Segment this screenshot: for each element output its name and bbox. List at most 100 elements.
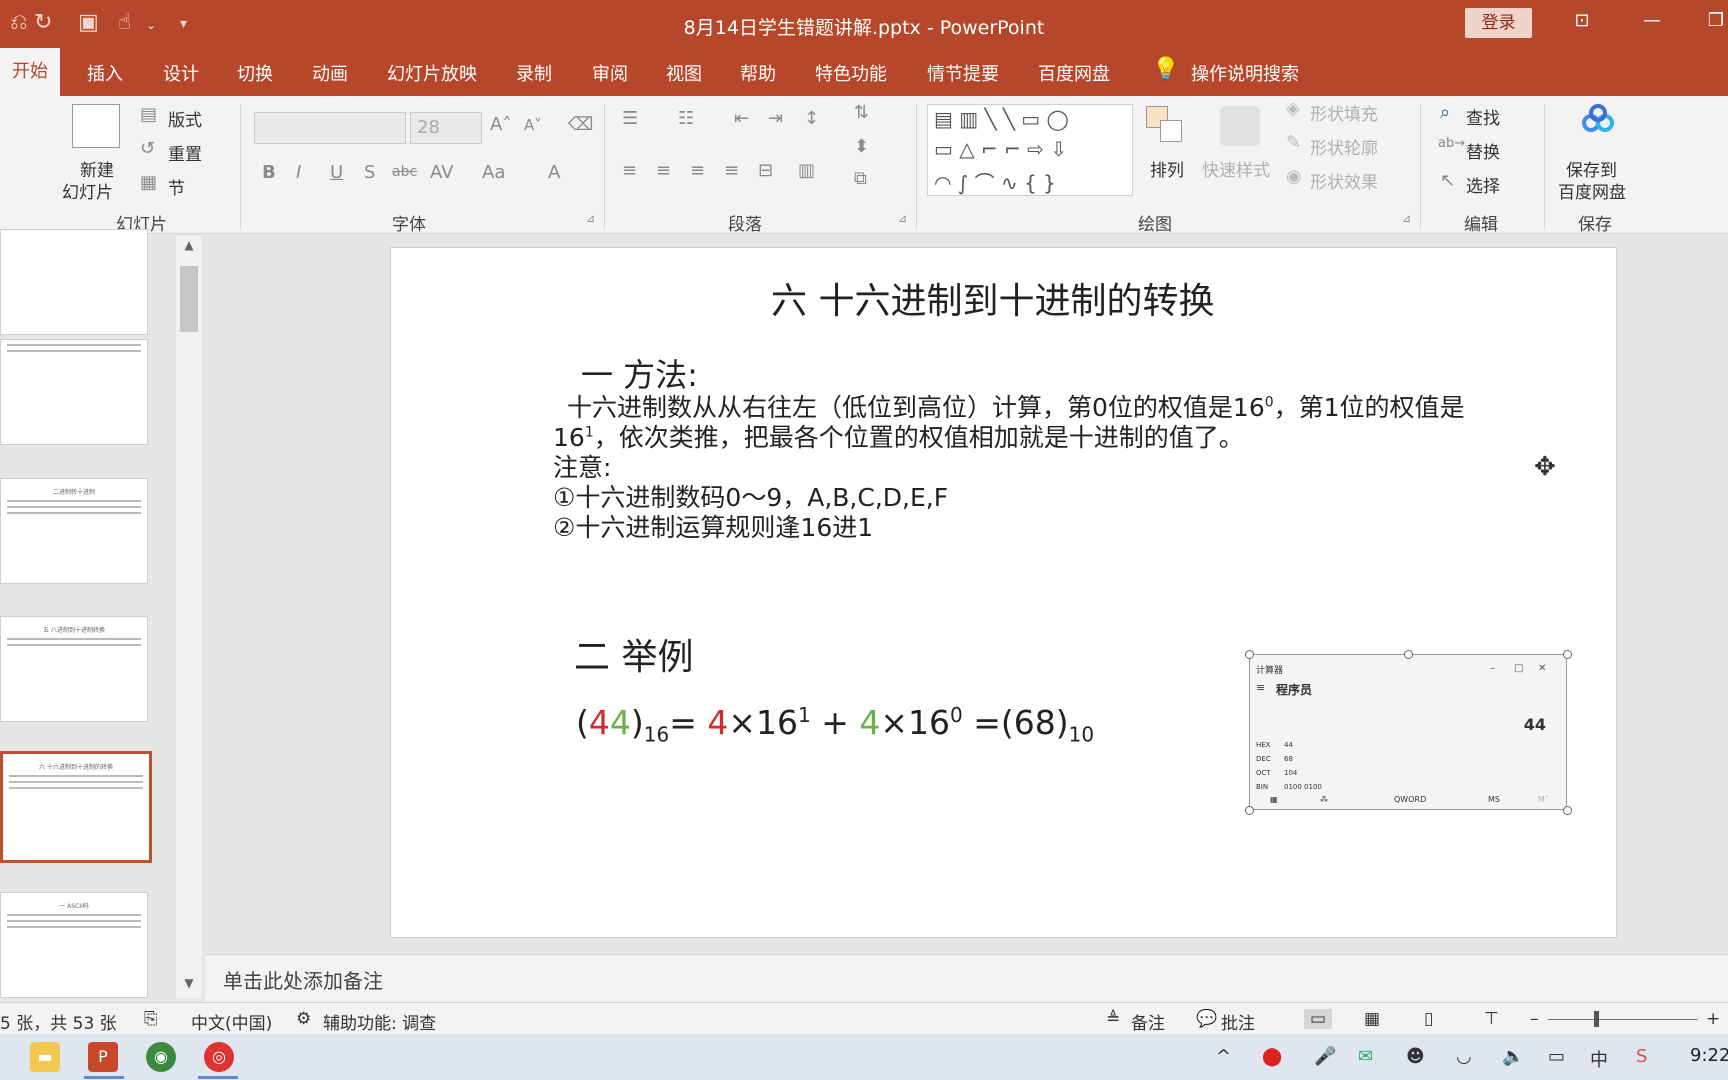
tab-insert[interactable]: 插入 [87, 60, 123, 86]
note-item-2[interactable]: ②十六进制运算规则逢16进1 [553, 508, 873, 544]
font-color-icon[interactable]: A [548, 162, 560, 183]
language-status[interactable]: 中文(中国) [191, 1009, 272, 1034]
distributed-icon[interactable]: ⊟ [758, 160, 773, 181]
restore-icon[interactable]: ❐ [1704, 10, 1728, 34]
zoom-slider-track[interactable] [1548, 1019, 1698, 1020]
smartart-icon[interactable]: ⧉ [854, 168, 867, 189]
drawing-dialog-launcher-icon[interactable]: ⊿ [1402, 212, 1411, 225]
shape-fill-button[interactable]: 形状填充 [1310, 100, 1378, 125]
resize-handle[interactable] [1563, 650, 1572, 659]
chrome-icon[interactable]: ◉ [146, 1042, 176, 1072]
grow-font-icon[interactable]: A˄ [490, 114, 511, 135]
align-right-icon[interactable]: ≡ [690, 160, 705, 181]
scroll-thumb[interactable] [180, 266, 198, 332]
method-line-2[interactable]: 161，依次类推，把最各个位置的权值相加就是十进制的值了。 [553, 418, 1244, 454]
reset-button[interactable]: 重置 [168, 140, 202, 165]
qq-icon[interactable]: ☻ [1406, 1046, 1425, 1067]
tab-view[interactable]: 视图 [666, 60, 702, 86]
powerpoint-taskbar-icon[interactable]: P [88, 1042, 118, 1072]
font-dialog-launcher-icon[interactable]: ⊿ [586, 212, 595, 225]
underline-icon[interactable]: U [330, 162, 343, 183]
record-tray-icon[interactable]: ⬤ [1262, 1046, 1282, 1067]
sogou-icon[interactable]: S [1636, 1046, 1647, 1067]
shape-outline-button[interactable]: 形状轮廓 [1310, 134, 1378, 159]
slide-title[interactable]: 六 十六进制到十进制的转换 [771, 272, 1214, 324]
comments-button[interactable]: 批注 [1221, 1009, 1255, 1034]
shapes-gallery[interactable]: ▤ ▥ ╲ ╲ ▭ ◯ ▭ △ ⌐ ⌐ ⇨ ⇩ ◠ ∫ ⌒ ∿ { } [927, 104, 1133, 196]
italic-icon[interactable]: I [296, 162, 301, 183]
tab-home[interactable]: 开始 [0, 48, 60, 96]
change-case-icon[interactable]: Aa [482, 162, 505, 183]
slide-thumbnail[interactable]: 一 ASCII码 [0, 892, 148, 998]
line-spacing-icon[interactable]: ↕ [804, 108, 819, 129]
quick-styles-icon[interactable] [1220, 106, 1260, 146]
zoom-slider-thumb[interactable] [1594, 1011, 1599, 1027]
tab-special[interactable]: 特色功能 [815, 60, 887, 86]
zoom-out-icon[interactable]: – [1530, 1009, 1539, 1029]
tray-overflow-icon[interactable]: ^ [1216, 1046, 1231, 1067]
arrange-button[interactable]: 排列 [1150, 156, 1184, 181]
normal-view-icon[interactable]: ▭ [1304, 1009, 1333, 1029]
new-slide-icon[interactable] [72, 104, 120, 148]
notes-placeholder[interactable]: 单击此处添加备注 [223, 965, 383, 994]
microphone-icon[interactable]: 🎤 [1314, 1046, 1336, 1067]
tab-slideshow[interactable]: 幻灯片放映 [387, 60, 477, 86]
notes-button[interactable]: 备注 [1131, 1009, 1165, 1034]
tab-animations[interactable]: 动画 [312, 60, 348, 86]
new-slide-label-2[interactable]: 幻灯片 [62, 178, 113, 203]
accessibility-status[interactable]: 辅助功能: 调查 [323, 1009, 436, 1034]
tab-transitions[interactable]: 切换 [237, 60, 273, 86]
replace-button[interactable]: 替换 [1466, 138, 1500, 163]
slide-thumbnail[interactable]: 五 八进制到十进制转换 [0, 616, 148, 722]
increase-indent-icon[interactable]: ⇥ [768, 108, 783, 129]
layout-button[interactable]: 版式 [168, 106, 202, 131]
battery-icon[interactable]: ▭ [1548, 1046, 1565, 1067]
tab-help[interactable]: 帮助 [740, 60, 776, 86]
tab-record[interactable]: 录制 [516, 60, 552, 86]
decrease-indent-icon[interactable]: ⇤ [734, 108, 749, 129]
char-spacing-icon[interactable]: AV [430, 162, 453, 183]
slideshow-view-icon[interactable]: ⊤ [1484, 1009, 1499, 1029]
paragraph-dialog-launcher-icon[interactable]: ⊿ [898, 212, 907, 225]
shadow-icon[interactable]: S [364, 162, 375, 183]
wifi-icon[interactable]: ◡ [1456, 1046, 1472, 1067]
resize-handle[interactable] [1404, 650, 1413, 659]
quick-styles-button[interactable]: 快速样式 [1202, 156, 1270, 181]
shape-row2-icon[interactable]: ◠ ∫ ⌒ ∿ { } [934, 167, 1056, 196]
baidu-netdisk-icon[interactable] [1578, 104, 1618, 140]
notes-pane[interactable]: 单击此处添加备注 [205, 954, 1728, 1002]
text-direction-icon[interactable]: ⇅ [854, 102, 869, 123]
resize-handle[interactable] [1245, 806, 1254, 815]
tab-baidu-netdisk[interactable]: 百度网盘 [1038, 60, 1110, 86]
shape-row-icon[interactable]: ▭ △ ⌐ ⌐ ⇨ ⇩ [934, 137, 1067, 161]
calculator-screenshot-image[interactable]: 计算器 – □ ✕ ≡ 程序员 44 HEX 44 DEC 68 OCT 104 BI… [1245, 650, 1572, 815]
conversion-formula[interactable]: (44)16= 4×161 + 4×160 =(68)10 [576, 703, 1094, 747]
file-explorer-icon[interactable]: ▬ [30, 1042, 60, 1072]
textbox-icon[interactable]: ▤ ▥ ╲ ╲ ▭ ◯ [934, 107, 1069, 131]
shrink-font-icon[interactable]: A˅ [524, 116, 542, 134]
save-to-baidu-label-2[interactable]: 百度网盘 [1558, 178, 1626, 203]
scroll-up-icon[interactable]: ▲ [176, 238, 202, 260]
slide-sorter-icon[interactable]: ▦ [1364, 1009, 1380, 1029]
clock[interactable]: 9:22 [1690, 1045, 1728, 1066]
shape-effects-button[interactable]: 形状效果 [1310, 168, 1378, 193]
bold-icon[interactable]: B [262, 162, 276, 183]
scroll-down-icon[interactable]: ▼ [176, 976, 202, 998]
login-button[interactable]: 登录 [1465, 8, 1532, 38]
slide-thumbnail[interactable] [0, 229, 148, 335]
reading-view-icon[interactable]: ▯ [1424, 1009, 1433, 1029]
slide-thumbnail-selected[interactable]: 六 十六进制到十进制的转换 [0, 751, 152, 863]
align-text-icon[interactable]: ⬍ [854, 136, 869, 157]
section-button[interactable]: 节 [168, 174, 185, 199]
align-center-icon[interactable]: ≡ [656, 160, 671, 181]
ribbon-display-icon[interactable]: ⊡ [1570, 10, 1594, 34]
bullets-icon[interactable]: ☰ [622, 108, 638, 129]
strikethrough-icon[interactable]: abc [392, 164, 417, 180]
ime-indicator[interactable]: 中 [1590, 1046, 1608, 1072]
numbering-icon[interactable]: ☷ [678, 108, 694, 129]
resize-handle[interactable] [1245, 650, 1254, 659]
arrange-icon[interactable] [1146, 106, 1186, 146]
font-name-combo[interactable] [254, 112, 406, 144]
resize-handle[interactable] [1563, 806, 1572, 815]
wechat-icon[interactable]: ✉ [1358, 1046, 1373, 1067]
